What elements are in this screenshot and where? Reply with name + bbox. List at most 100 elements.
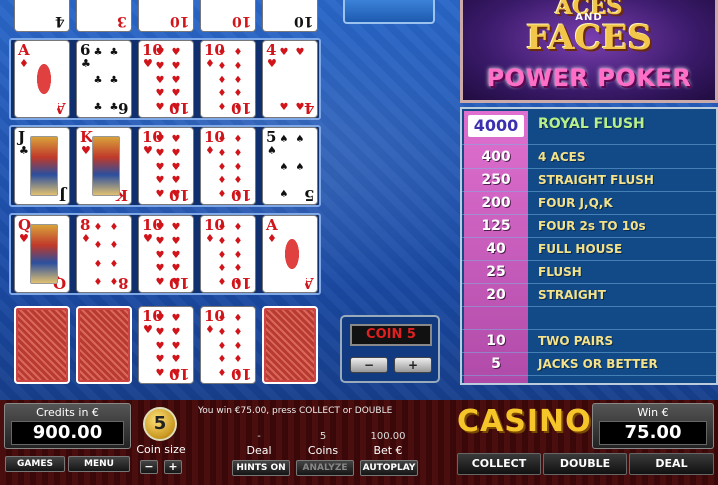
pip-icon: ♣ [109,102,119,113]
card-pips: ♠ ♠ ♠ ♠ ♠ [277,134,307,200]
card-rank: A [266,216,278,234]
game-logo: ACES AND FACES POWER POKER [460,0,718,103]
pip-icon: ♦ [217,161,227,173]
pip-icon: ♥ [171,102,181,113]
casino-logo: CASINO [457,404,592,439]
top-stub-card-1: 4 [14,0,70,32]
coin-decrease-button[interactable]: − [350,357,388,373]
card-rank: A [18,41,30,59]
hand-3-card-3[interactable]: 10 ♥ 10 ♥ ♥ ♥ ♥ ♥ ♥ ♥ ♥ ♥ ♥ [138,215,194,293]
pip-icon: ♦ [217,60,227,72]
paytable-row: 5 JACKS OR BETTER [462,353,716,376]
bet-value: 100.00 [370,431,406,442]
hand-1-card-5[interactable]: 4 ♥ 4 ♥ ♥ ♥ ♥ [262,40,318,118]
pip-icon: ♦ [233,354,243,366]
paytable-hand-name: STRAIGHT [538,288,606,302]
card-pips: ♦ ♦ ♦ ♦ ♦ ♦ ♦ ♦ [91,222,121,288]
pip-icon: ♥ [171,277,181,288]
coin-increase-button[interactable]: + [394,357,432,373]
hints-button[interactable]: HINTS ON [232,460,290,476]
pip-icon: ♦ [109,222,119,233]
paytable-row: 40 FULL HOUSE [462,238,716,261]
pip-icon: ♥ [171,249,181,261]
card-suit-icon: ♠ [267,144,277,157]
pip-icon: ♥ [171,222,181,233]
win-value: 75.00 [599,421,707,445]
pip-icon: ♠ [295,134,305,145]
double-button[interactable]: DOUBLE [543,453,627,475]
hand-2-card-1[interactable]: J ♣ J [14,127,70,205]
paytable-hand-name: FLUSH [538,265,582,279]
pip-icon: ♦ [233,263,243,275]
coin-size-label: Coin size [136,443,186,456]
menu-button[interactable]: MENU [68,456,130,472]
game-table: 4 3 10 10 10 A ♦ A 6 ♣ 6 ♣ ♣ ♣ ♣ ♣ ♣ 10 ♥ 10 ♥ ♥ ♥ ♥ ♥ ♥ ♥ ♥ ♥ ♥ 10 ♦ 1… [0,0,718,400]
hand-2-card-3[interactable]: 10 ♥ 10 ♥ ♥ ♥ ♥ ♥ ♥ ♥ ♥ ♥ ♥ [138,127,194,205]
deal-button[interactable]: DEAL [629,453,714,475]
analyze-button[interactable]: ANALYZE [296,460,354,476]
pip-icon: ♦ [93,258,103,270]
base-card-5-back[interactable] [262,306,318,384]
collect-button[interactable]: COLLECT [457,453,541,475]
paytable-row: 25 FLUSH [462,261,716,284]
hand-2-card-5[interactable]: 5 ♠ 5 ♠ ♠ ♠ ♠ ♠ [262,127,318,205]
hand-1-card-3[interactable]: 10 ♥ 10 ♥ ♥ ♥ ♥ ♥ ♥ ♥ ♥ ♥ ♥ [138,40,194,118]
pip-icon: ♦ [217,326,227,338]
pip-icon: ♥ [155,74,165,86]
card-pips: ♥ ♥ ♥ ♥ ♥ ♥ ♥ ♥ ♥ ♥ [153,222,183,288]
pip-icon: ♣ [109,74,119,86]
autoplay-button[interactable]: AUTOPLAY [360,460,418,476]
games-button[interactable]: GAMES [5,456,65,472]
pip-icon: ♦ [93,240,103,252]
card-suit-icon: ♦ [19,57,29,70]
pip-icon: ♦ [233,88,243,100]
hand-3-card-4[interactable]: 10 ♦ 10 ♦ ♦ ♦ ♦ ♦ ♦ ♦ ♦ ♦ ♦ [200,215,256,293]
hand-3-card-2[interactable]: 8 ♦ 8 ♦ ♦ ♦ ♦ ♦ ♦ ♦ ♦ [76,215,132,293]
pip-icon: ♥ [155,249,165,261]
pip-icon: ♣ [93,102,103,113]
coins-label: Coins [307,444,339,457]
pip-icon: ♥ [155,263,165,275]
hand-2-card-4[interactable]: 10 ♦ 10 ♦ ♦ ♦ ♦ ♦ ♦ ♦ ♦ ♦ ♦ [200,127,256,205]
paytable-row: 10 TWO PAIRS [462,330,716,353]
pip-icon: ♥ [171,147,181,159]
pip-icon: ♥ [155,222,165,233]
pip-icon: ♥ [155,340,165,352]
paytable-hand-name: TWO PAIRS [538,334,614,348]
pip-icon: ♥ [155,235,165,247]
paytable-payout: 200 [481,195,511,211]
hand-1-card-2[interactable]: 6 ♣ 6 ♣ ♣ ♣ ♣ ♣ ♣ [76,40,132,118]
base-card-4[interactable]: 10 ♦ 10 ♦ ♦ ♦ ♦ ♦ ♦ ♦ ♦ ♦ ♦ [200,306,256,384]
base-card-2-back[interactable] [76,306,132,384]
top-stub-card-4: 10 [200,0,256,32]
ace-emblem-icon [278,224,306,284]
pip-icon: ♦ [233,102,243,113]
coin-size-chip[interactable]: 5 [143,407,177,441]
hand-3-card-1[interactable]: Q ♥ Q [14,215,70,293]
paytable-payout: 125 [481,218,511,234]
pip-icon: ♥ [155,60,165,72]
paytable-payout: 40 [486,241,506,257]
card-pips: ♦ ♦ ♦ ♦ ♦ ♦ ♦ ♦ ♦ ♦ [215,313,245,379]
pip-icon: ♥ [171,74,181,86]
base-card-1-back[interactable] [14,306,70,384]
pip-icon: ♥ [155,313,165,324]
hand-2-card-2[interactable]: K ♥ K [76,127,132,205]
coin-size-increase[interactable]: + [164,460,182,474]
pip-icon: ♥ [171,88,181,100]
paytable-payout: 250 [481,172,511,188]
pip-icon: ♠ [295,161,305,173]
paytable-row: 400 4 ACES [462,146,716,169]
coin-size-decrease[interactable]: − [140,460,158,474]
top-panel-tab [343,0,435,24]
hand-1-card-1[interactable]: A ♦ A [14,40,70,118]
pip-icon: ♥ [155,47,165,58]
card-suit-icon: ♦ [205,144,215,157]
hand-1-card-4[interactable]: 10 ♦ 10 ♦ ♦ ♦ ♦ ♦ ♦ ♦ ♦ ♦ ♦ [200,40,256,118]
pip-icon: ♥ [171,235,181,247]
card-pips: ♦ ♦ ♦ ♦ ♦ ♦ ♦ ♦ ♦ ♦ [215,222,245,288]
base-card-3[interactable]: 10 ♥ 10 ♥ ♥ ♥ ♥ ♥ ♥ ♥ ♥ ♥ ♥ [138,306,194,384]
hand-3-card-5[interactable]: A ♦ A [262,215,318,293]
pip-icon: ♥ [171,134,181,145]
pip-icon: ♦ [109,258,119,270]
